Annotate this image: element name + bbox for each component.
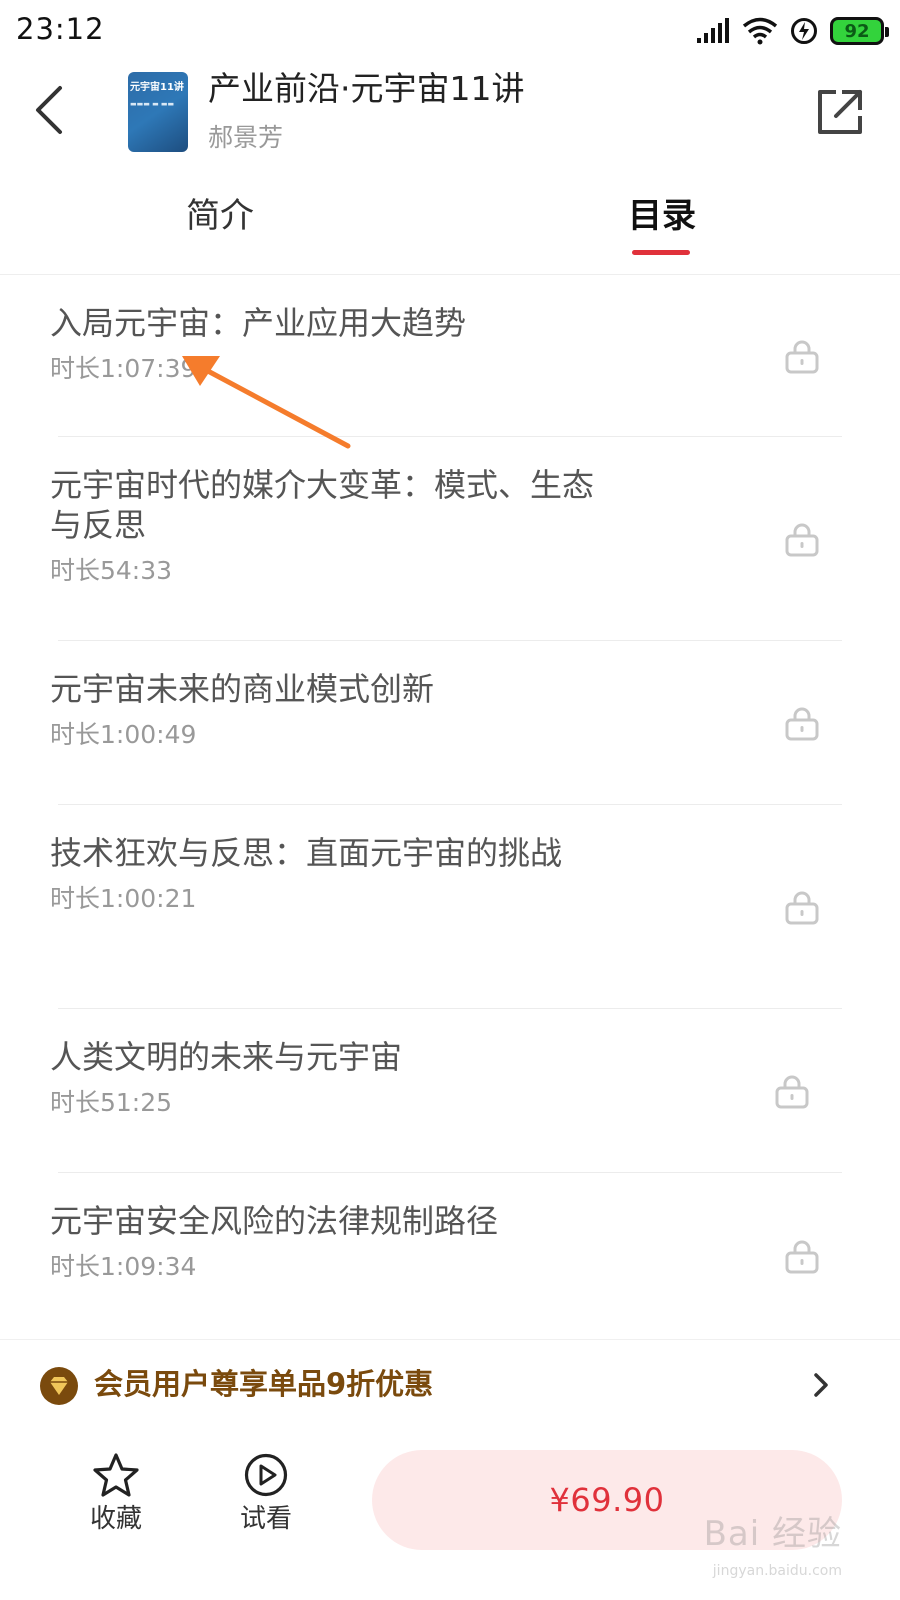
favorite-label: 收藏 (89, 1504, 142, 1534)
course-title: 产业前沿·元宇宙11讲 (208, 69, 525, 108)
lesson-duration: 时长1:09:34 (50, 1252, 197, 1281)
lesson-duration: 时长1:07:39 (50, 354, 197, 383)
lesson-list: 入局元宇宙：产业应用大趋势 时长1:07:39 元宇宙时代的媒介大变革：模式、生… (0, 275, 900, 1338)
favorite-button[interactable]: 收藏 (76, 1452, 156, 1536)
lesson-duration: 时长1:00:49 (50, 720, 197, 749)
active-tab-indicator (632, 250, 690, 255)
lock-icon (785, 707, 819, 741)
course-header: 元宇宙11讲 ▬▬▬ ▬ ▬▬ 产业前沿·元宇宙11讲 郝景芳 (0, 62, 900, 167)
baidu-watermark-url: jingyan.baidu.com (712, 1563, 842, 1579)
status-time: 23:12 (16, 12, 105, 46)
vip-discount-banner[interactable]: 会员用户尊享单品9折优惠 (0, 1339, 900, 1431)
battery-indicator: 92 (830, 17, 889, 45)
lock-icon (775, 1075, 809, 1109)
lesson-item-2[interactable]: 元宇宙时代的媒介大变革：模式、生态与反思 时长54:33 (0, 437, 900, 641)
star-icon (93, 1453, 139, 1497)
price: ¥69.90 (549, 1481, 665, 1519)
lesson-title: 元宇宙时代的媒介大变革：模式、生态与反思 (50, 466, 595, 544)
lesson-item-1[interactable]: 入局元宇宙：产业应用大趋势 时长1:07:39 (0, 275, 900, 437)
course-author: 郝景芳 (208, 123, 284, 152)
course-cover: 元宇宙11讲 ▬▬▬ ▬ ▬▬ (128, 72, 188, 152)
cover-title: 元宇宙11讲 (130, 82, 184, 93)
lesson-title: 人类文明的未来与元宇宙 (50, 1038, 403, 1076)
status-icons: 92 (696, 14, 889, 48)
charging-icon (791, 18, 817, 44)
lesson-item-3[interactable]: 元宇宙未来的商业模式创新 时长1:00:49 (0, 641, 900, 805)
share-icon[interactable] (814, 86, 866, 138)
signal-icon (697, 18, 729, 43)
lesson-title: 入局元宇宙：产业应用大趋势 (50, 304, 467, 342)
lock-icon (785, 891, 819, 925)
chevron-right-icon (814, 1373, 828, 1397)
bottom-action-bar: 收藏 试看 ¥69.90 Bai 经验 jingyan.baidu.com (0, 1430, 900, 1600)
baidu-watermark: Bai 经验 (703, 1514, 842, 1554)
lesson-duration: 时长51:25 (50, 1088, 173, 1117)
preview-button[interactable]: 试看 (226, 1452, 306, 1536)
tab-bar: 简介 目录 (0, 166, 900, 275)
vip-diamond-icon (40, 1367, 78, 1405)
cover-decoration: ▬▬▬ ▬ ▬▬ (130, 100, 175, 108)
lock-icon (785, 1240, 819, 1273)
back-arrow-icon[interactable] (22, 80, 82, 140)
lock-icon (785, 340, 819, 374)
lesson-title: 技术狂欢与反思：直面元宇宙的挑战 (50, 834, 563, 872)
wifi-icon (742, 17, 778, 45)
lesson-item-6[interactable]: 元宇宙安全风险的法律规制路径 时长1:09:34 (0, 1173, 900, 1338)
play-circle-icon (244, 1453, 288, 1497)
status-bar: 23:12 92 (0, 0, 900, 62)
lesson-item-5[interactable]: 人类文明的未来与元宇宙 时长51:25 (0, 1009, 900, 1173)
lesson-title: 元宇宙未来的商业模式创新 (50, 670, 435, 708)
lesson-duration: 时长54:33 (50, 556, 173, 585)
vip-discount-text: 会员用户尊享单品9折优惠 (94, 1367, 434, 1401)
tab-intro[interactable]: 简介 (186, 194, 254, 238)
tab-catalog[interactable]: 目录 (628, 194, 696, 238)
lock-icon (785, 523, 819, 557)
lesson-title: 元宇宙安全风险的法律规制路径 (50, 1202, 499, 1240)
lesson-duration: 时长1:00:21 (50, 884, 197, 913)
lesson-item-4[interactable]: 技术狂欢与反思：直面元宇宙的挑战 时长1:00:21 (0, 805, 900, 1009)
preview-label: 试看 (239, 1504, 292, 1534)
